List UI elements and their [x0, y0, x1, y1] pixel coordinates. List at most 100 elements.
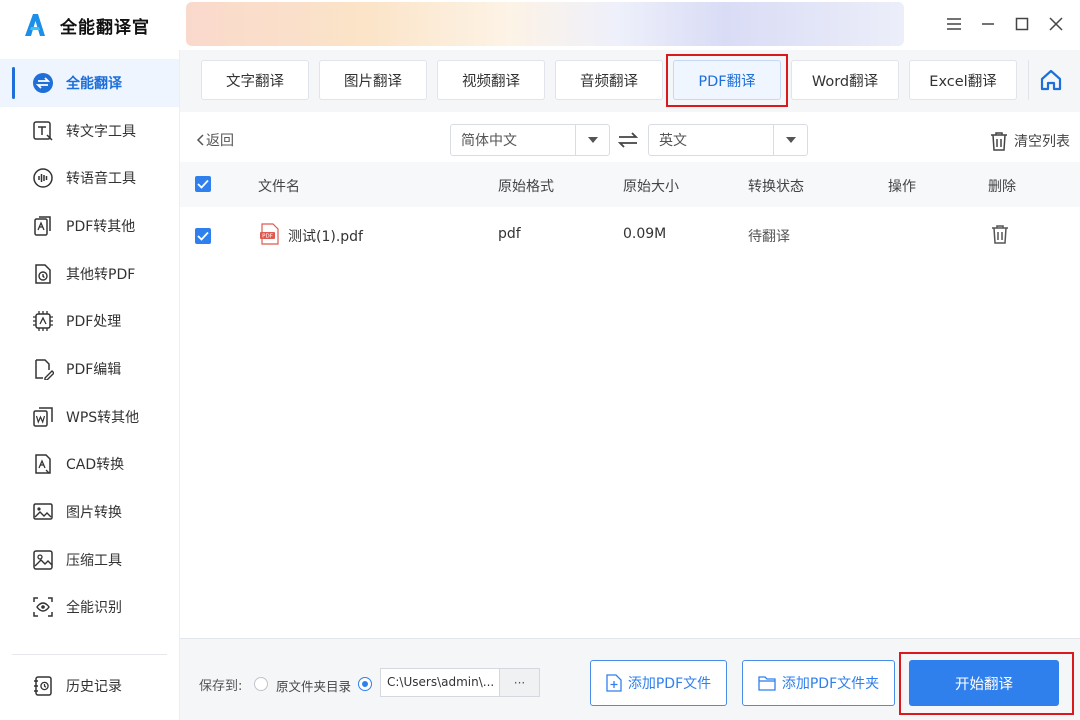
- sidebar-item-recognize[interactable]: 全能识别: [0, 584, 179, 632]
- add-pdf-folder-button[interactable]: 添加PDF文件夹: [742, 660, 895, 706]
- source-language-select[interactable]: 简体中文: [450, 124, 610, 156]
- delete-row-icon[interactable]: [991, 224, 1009, 248]
- clear-list-button[interactable]: 清空列表: [990, 131, 1070, 151]
- home-button[interactable]: [1028, 60, 1072, 100]
- recognize-icon: [32, 596, 54, 618]
- maximize-icon[interactable]: [1008, 10, 1036, 38]
- table-header: 文件名 原始格式 原始大小 转换状态 操作 删除: [180, 162, 1080, 207]
- tab-text-translate[interactable]: 文字翻译: [201, 60, 309, 100]
- voice-icon: [32, 167, 54, 189]
- source-folder-label: 原文件夹目录: [276, 679, 352, 694]
- sidebar-item-voice-tool[interactable]: 转语音工具: [0, 154, 179, 202]
- source-language-value: 简体中文: [461, 133, 517, 149]
- tab-video-translate[interactable]: 视频翻译: [437, 60, 545, 100]
- chevron-down-icon: [575, 125, 609, 155]
- image-convert-icon: [32, 501, 54, 523]
- file-status: 待翻译: [748, 229, 790, 245]
- chevron-left-icon: [196, 134, 204, 146]
- header-size: 原始大小: [623, 179, 679, 195]
- translate-tabs: 文字翻译 图片翻译 视频翻译 音频翻译 PDF翻译 Word翻译 Excel翻译: [180, 50, 1080, 112]
- add-pdf-file-button[interactable]: 添加PDF文件: [590, 660, 727, 706]
- add-pdf-file-label: 添加PDF文件: [627, 676, 712, 692]
- sidebar-item-label: 转文字工具: [66, 123, 136, 140]
- output-path-field[interactable]: C:\Users\admin\...: [380, 668, 500, 697]
- file-format: pdf: [498, 226, 521, 242]
- back-button[interactable]: 返回: [196, 130, 234, 150]
- tab-audio-translate[interactable]: 音频翻译: [555, 60, 663, 100]
- sidebar: 全能翻译 转文字工具 转语音工具 PDF转其他 其他转PDF PDF处理 PDF…: [0, 50, 180, 720]
- browse-path-button[interactable]: ···: [500, 668, 540, 697]
- toolbar: 返回 简体中文 英文 清空列表: [180, 112, 1080, 162]
- sidebar-item-label: PDF转其他: [66, 218, 136, 235]
- bottom-bar: 保存到: 原文件夹目录 C:\Users\admin\... ··· 添加PDF…: [180, 638, 1080, 720]
- start-button-highlight: [899, 652, 1074, 715]
- sidebar-item-label: 全能识别: [66, 600, 122, 617]
- svg-text:PDF: PDF: [262, 234, 273, 240]
- sidebar-item-label: CAD转换: [66, 457, 125, 474]
- sidebar-item-label: PDF编辑: [66, 361, 122, 378]
- close-icon[interactable]: [1042, 10, 1070, 38]
- chevron-down-icon: [773, 125, 807, 155]
- main-panel: 返回 简体中文 英文 清空列表 文件名 原始格式 原始大小 转换状态 操作 删除: [180, 112, 1080, 638]
- sidebar-item-other-to-pdf[interactable]: 其他转PDF: [0, 250, 179, 298]
- sidebar-item-compress[interactable]: 压缩工具: [0, 536, 179, 584]
- add-file-icon: [606, 674, 622, 692]
- app-title: 全能翻译官: [60, 17, 150, 38]
- menu-icon[interactable]: [940, 10, 968, 38]
- sidebar-item-label: PDF处理: [66, 314, 122, 331]
- cad-icon: [32, 453, 54, 475]
- home-icon: [1040, 69, 1061, 91]
- sidebar-item-label: WPS转其他: [66, 409, 140, 426]
- minimize-icon[interactable]: [974, 10, 1002, 38]
- trash-icon: [991, 132, 1007, 151]
- sidebar-item-history[interactable]: 历史记录: [0, 662, 179, 710]
- header-format: 原始格式: [498, 179, 554, 195]
- sidebar-divider: [12, 654, 167, 655]
- file-name: 测试(1).pdf: [288, 229, 363, 245]
- sidebar-item-label: 历史记录: [66, 678, 122, 695]
- tab-word-translate[interactable]: Word翻译: [791, 60, 899, 100]
- text-convert-icon: [32, 120, 54, 142]
- compress-icon: [32, 549, 54, 571]
- active-tab-highlight: [666, 54, 788, 107]
- radio-source-folder[interactable]: [254, 677, 268, 691]
- save-to-label: 保存到:: [199, 679, 243, 694]
- header-filename: 文件名: [258, 179, 300, 195]
- table-row: PDF 测试(1).pdf pdf 0.09M 待翻译: [180, 207, 1080, 262]
- sidebar-item-translate[interactable]: 全能翻译: [0, 59, 179, 107]
- to-pdf-icon: [32, 263, 54, 285]
- sidebar-item-label: 转语音工具: [66, 171, 136, 188]
- app-logo-area: 全能翻译官: [0, 0, 180, 50]
- row-checkbox[interactable]: [195, 228, 211, 244]
- radio-custom-path[interactable]: [358, 677, 372, 691]
- swap-language-icon[interactable]: [617, 130, 639, 154]
- pdf-edit-icon: [32, 358, 54, 380]
- ad-banner[interactable]: [186, 2, 904, 46]
- target-language-select[interactable]: 英文: [648, 124, 808, 156]
- pdf-convert-icon: [32, 215, 54, 237]
- clear-list-label: 清空列表: [1014, 134, 1070, 150]
- sidebar-item-text-tool[interactable]: 转文字工具: [0, 107, 179, 155]
- select-all-checkbox[interactable]: [195, 176, 211, 192]
- pdf-process-icon: [32, 310, 54, 332]
- sidebar-item-wps-to-other[interactable]: WPS转其他: [0, 393, 179, 441]
- sidebar-item-pdf-process[interactable]: PDF处理: [0, 297, 179, 345]
- sidebar-item-label: 全能翻译: [66, 75, 122, 92]
- sidebar-item-pdf-edit[interactable]: PDF编辑: [0, 345, 179, 393]
- add-pdf-folder-label: 添加PDF文件夹: [781, 676, 880, 692]
- sidebar-item-label: 压缩工具: [66, 552, 122, 569]
- title-bar: 全能翻译官: [0, 0, 1080, 50]
- sidebar-item-image-convert[interactable]: 图片转换: [0, 488, 179, 536]
- sidebar-item-label: 其他转PDF: [66, 266, 136, 283]
- translate-icon: [32, 72, 54, 94]
- target-language-value: 英文: [659, 133, 687, 149]
- file-size: 0.09M: [623, 226, 667, 242]
- back-label: 返回: [206, 133, 234, 149]
- sidebar-item-cad-convert[interactable]: CAD转换: [0, 441, 179, 489]
- header-status: 转换状态: [748, 179, 804, 195]
- tab-image-translate[interactable]: 图片翻译: [319, 60, 427, 100]
- tab-excel-translate[interactable]: Excel翻译: [909, 60, 1017, 100]
- header-action: 操作: [888, 179, 916, 195]
- sidebar-item-pdf-to-other[interactable]: PDF转其他: [0, 202, 179, 250]
- app-logo-icon: [25, 14, 45, 36]
